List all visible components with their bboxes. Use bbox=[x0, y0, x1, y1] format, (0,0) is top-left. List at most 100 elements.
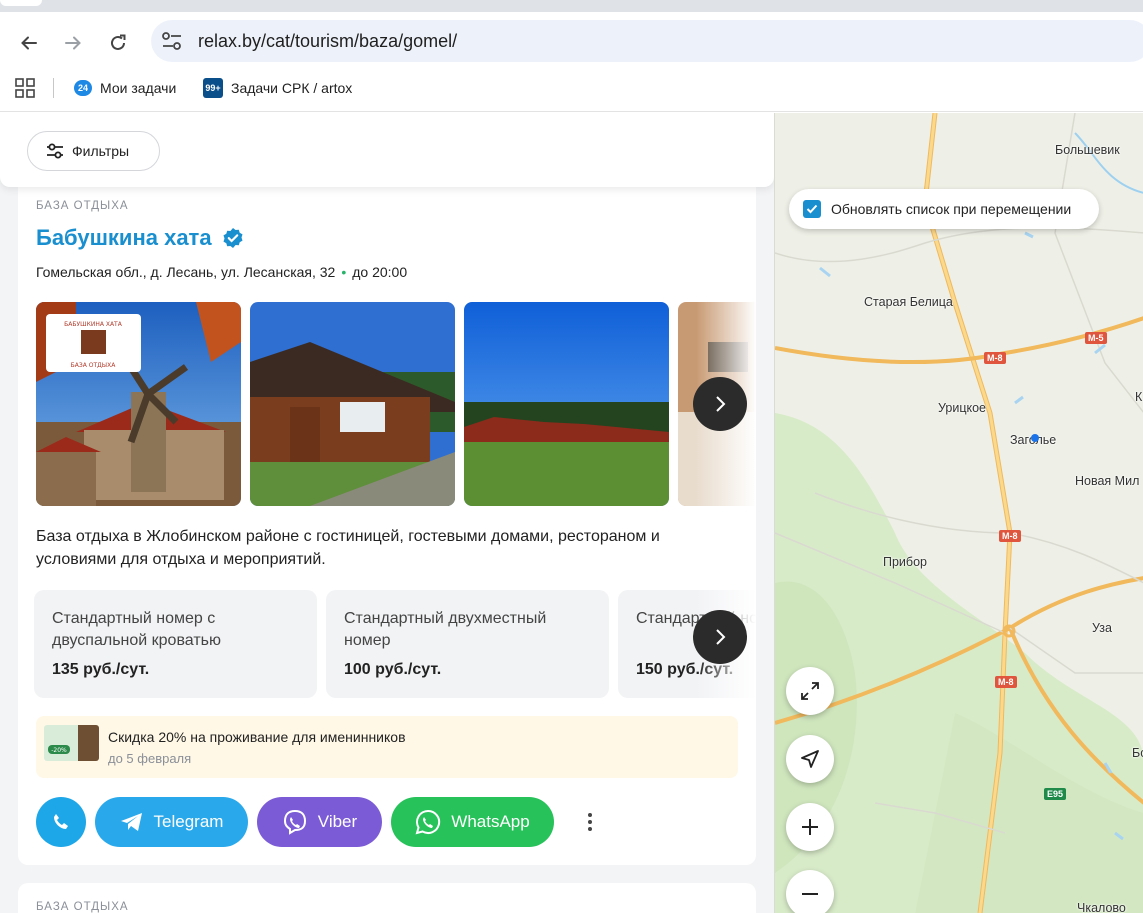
sliders-icon bbox=[47, 143, 63, 159]
listing-hours: до 20:00 bbox=[352, 264, 408, 280]
reload-icon bbox=[111, 34, 126, 50]
active-tab[interactable] bbox=[0, 0, 42, 6]
bookmarks-bar: 24 Мои задачи 99+ Задачи СРК / artox bbox=[0, 70, 1143, 112]
photos-next-button[interactable] bbox=[693, 377, 747, 431]
rooms-carousel: Стандартный номер с двуспальной кроватью… bbox=[34, 590, 756, 698]
promo-date: до 5 февраля bbox=[108, 751, 192, 766]
telegram-button[interactable]: Telegram bbox=[95, 797, 248, 847]
photo-carousel: БАБУШКИНА ХАТА БАЗА ОТДЫХА bbox=[36, 302, 756, 507]
room-name: Стандартный двухместный номер bbox=[344, 610, 547, 649]
results-panel: Фильтры БАЗА ОТДЫХА Бабушкина хата Гомел… bbox=[0, 113, 774, 913]
listing-category: БАЗА ОТДЫХА bbox=[36, 901, 129, 913]
bookmark-label: Мои задачи bbox=[100, 80, 177, 96]
road-shield: E95 bbox=[1044, 788, 1067, 800]
whatsapp-label: WhatsApp bbox=[451, 812, 530, 831]
room-price: 100 руб./сут. bbox=[344, 661, 442, 678]
rooms-next-button[interactable] bbox=[693, 610, 747, 664]
road-shield: М-8 bbox=[984, 352, 1006, 364]
map-label: Бо bbox=[1132, 746, 1143, 760]
listing-description: База отдыха в Жлобинском районе с гостин… bbox=[36, 528, 660, 568]
chevron-right-icon bbox=[716, 396, 726, 412]
room-price: 135 руб./сут. bbox=[52, 661, 150, 678]
listing-title-row: Бабушкина хата bbox=[36, 225, 244, 251]
whatsapp-icon bbox=[415, 809, 441, 835]
promo-text: Скидка 20% на проживание для именинников bbox=[108, 729, 406, 745]
phone-icon bbox=[54, 814, 68, 829]
viber-icon bbox=[283, 809, 306, 835]
map-label: Урицкое bbox=[938, 401, 986, 415]
navigation-arrow-icon bbox=[801, 750, 819, 768]
call-button[interactable] bbox=[36, 797, 86, 847]
map-label: Уза bbox=[1092, 621, 1112, 635]
map-tiles bbox=[775, 113, 1143, 913]
open-status-dot: • bbox=[341, 264, 347, 280]
road-shield: М-8 bbox=[995, 676, 1017, 688]
check-icon bbox=[806, 204, 818, 214]
listing-card[interactable]: БАЗА ОТДЫХА Бабушкина хата Гомельская об… bbox=[18, 179, 756, 865]
refresh-checkbox[interactable] bbox=[803, 200, 821, 218]
room-name: Стандартный номер с двуспальной кроватью bbox=[52, 610, 221, 649]
map-label: Чкалово bbox=[1077, 901, 1126, 913]
forward-button[interactable] bbox=[58, 28, 88, 58]
photo-cottages[interactable] bbox=[464, 302, 669, 506]
map-label: Прибор bbox=[883, 555, 927, 569]
arrow-left-icon bbox=[21, 36, 37, 50]
filters-button[interactable]: Фильтры bbox=[27, 131, 160, 171]
my-location-button[interactable] bbox=[786, 735, 834, 783]
zoom-out-button[interactable] bbox=[786, 870, 834, 913]
fullscreen-button[interactable] bbox=[786, 667, 834, 715]
browser-toolbar: relax.by/cat/tourism/baza/gomel/ bbox=[0, 12, 1143, 70]
map-label: Большевик bbox=[1055, 143, 1120, 157]
listing-title[interactable]: Бабушкина хата bbox=[36, 225, 212, 251]
back-button[interactable] bbox=[14, 28, 44, 58]
listing-address: Гомельская обл., д. Лесань, ул. Лесанска… bbox=[36, 264, 336, 280]
bookmark-srk-tasks[interactable]: 99+ Задачи СРК / artox bbox=[203, 76, 352, 100]
whatsapp-button[interactable]: WhatsApp bbox=[391, 797, 554, 847]
telegram-icon bbox=[120, 813, 142, 831]
road-shield: М-8 bbox=[999, 530, 1021, 542]
expand-icon bbox=[801, 682, 819, 700]
reload-button[interactable] bbox=[103, 28, 133, 58]
bookmarks-separator bbox=[53, 78, 54, 98]
promo-thumb-badge: -20% bbox=[51, 747, 67, 754]
listing-address-row: Гомельская обл., д. Лесань, ул. Лесанска… bbox=[36, 264, 407, 280]
tracker-icon: 99+ bbox=[203, 78, 223, 98]
logo-text-bottom: БАЗА ОТДЫХА bbox=[71, 362, 117, 369]
promo-thumbnail: -20% bbox=[44, 725, 99, 761]
tab-strip bbox=[0, 0, 1143, 12]
bookmark-my-tasks[interactable]: 24 Мои задачи bbox=[74, 76, 176, 100]
viber-label: Viber bbox=[317, 812, 358, 831]
verified-badge-icon bbox=[223, 228, 243, 248]
map-label: Новая Мил bbox=[1075, 474, 1140, 488]
road-shield: М-5 bbox=[1085, 332, 1107, 344]
map-label: Старая Белица bbox=[864, 295, 953, 309]
filters-label: Фильтры bbox=[72, 143, 130, 159]
address-bar[interactable]: relax.by/cat/tourism/baza/gomel/ bbox=[151, 20, 1143, 62]
refresh-label: Обновлять список при перемещении bbox=[831, 201, 1072, 217]
zoom-in-button[interactable] bbox=[786, 803, 834, 851]
url-text[interactable]: relax.by/cat/tourism/baza/gomel/ bbox=[198, 31, 457, 52]
listing-category: БАЗА ОТДЫХА bbox=[36, 200, 129, 212]
apps-grid-icon[interactable] bbox=[15, 78, 35, 98]
location-dot bbox=[1031, 434, 1039, 442]
tasks-cloud-icon: 24 bbox=[74, 80, 92, 96]
telegram-label: Telegram bbox=[153, 812, 224, 831]
room-card[interactable]: Стандартный номер с двуспальной кроватью… bbox=[34, 590, 317, 698]
listing-card-next[interactable]: БАЗА ОТДЫХА bbox=[18, 883, 756, 913]
promo-banner[interactable]: -20% Скидка 20% на проживание для именин… bbox=[36, 716, 738, 778]
viber-button[interactable]: Viber bbox=[257, 797, 382, 847]
bookmark-label: Задачи СРК / artox bbox=[231, 80, 353, 96]
plus-icon bbox=[802, 819, 818, 835]
photo-guest-house[interactable] bbox=[250, 302, 455, 506]
map-panel[interactable]: Большевик Старая Белица Урицкое Заголье … bbox=[774, 113, 1143, 913]
minus-icon bbox=[802, 893, 818, 895]
photo-windmill[interactable]: БАБУШКИНА ХАТА БАЗА ОТДЫХА bbox=[36, 302, 241, 506]
chevron-right-icon bbox=[716, 629, 726, 645]
arrow-right-icon bbox=[65, 36, 81, 50]
filter-bar: Фильтры bbox=[0, 113, 774, 187]
more-options-button[interactable] bbox=[584, 807, 596, 837]
refresh-on-move-toggle[interactable]: Обновлять список при перемещении bbox=[789, 189, 1099, 229]
room-card[interactable]: Стандартный двухместный номер 100 руб./с… bbox=[326, 590, 609, 698]
site-settings-icon[interactable] bbox=[161, 31, 183, 51]
logo-text-top: БАБУШКИНА ХАТА bbox=[64, 321, 123, 328]
